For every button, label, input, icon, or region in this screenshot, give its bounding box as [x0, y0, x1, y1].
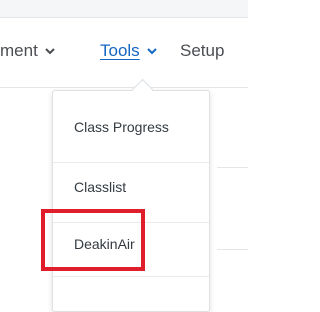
- nav-item-label: Tools: [100, 41, 140, 60]
- menu-item-class-progress[interactable]: Class Progress: [53, 107, 209, 147]
- nav-item-label: ment: [0, 41, 38, 60]
- menu-item-label: Class Progress: [74, 119, 169, 135]
- chevron-down-icon: [44, 45, 56, 57]
- top-toolbar-background: [0, 0, 248, 17]
- top-divider: [0, 17, 248, 18]
- course-navbar: ment Tools Setup: [0, 36, 248, 66]
- background-divider: [217, 167, 248, 168]
- background-divider: [217, 249, 248, 250]
- menu-divider: [53, 162, 209, 163]
- nav-item-assessment[interactable]: ment: [0, 36, 56, 66]
- nav-item-label: Setup: [180, 41, 225, 60]
- tools-dropdown-menu: Class Progress Classlist DeakinAir: [52, 90, 210, 312]
- highlight-box: [41, 209, 145, 271]
- menu-item-label: Classlist: [74, 179, 127, 195]
- menu-divider: [53, 276, 209, 277]
- menu-item-classlist[interactable]: Classlist: [53, 167, 209, 207]
- nav-item-setup[interactable]: Setup: [180, 36, 224, 66]
- chevron-down-icon: [146, 45, 158, 57]
- navbar-divider: [0, 87, 248, 88]
- nav-item-tools[interactable]: Tools: [100, 36, 158, 66]
